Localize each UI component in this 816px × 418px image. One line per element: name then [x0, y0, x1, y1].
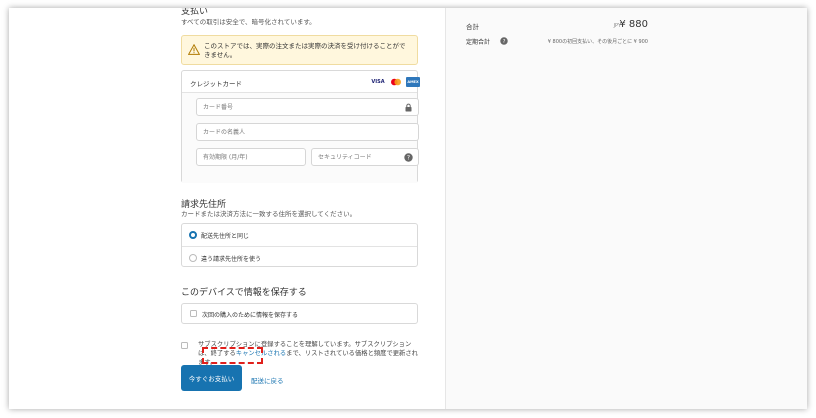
billing-option-same[interactable]: 配送先住所と同じ — [182, 224, 417, 246]
recurring-total-value: ¥ 800の初回支払い、その後月ごとに ¥ 900 — [547, 39, 648, 45]
billing-options: 配送先住所と同じ 違う請求先住所を使う — [181, 223, 418, 267]
consent-checkbox[interactable] — [181, 342, 188, 349]
warning-icon — [188, 44, 200, 55]
currency-code: JPY — [613, 23, 621, 29]
store-warning-banner: このストアでは、実際の注文または実際の決済を受け付けることができません。 — [181, 35, 418, 65]
save-info-label: 次回の購入のために情報を保存する — [202, 312, 299, 319]
expiry-field[interactable] — [196, 148, 306, 166]
billing-option-label: 違う請求先住所を使う — [201, 256, 262, 263]
payment-method-label: クレジットカード — [190, 80, 242, 88]
warning-text: このストアでは、実際の注文または実際の決済を受け付けることができません。 — [204, 42, 406, 59]
pay-now-button[interactable]: 今すぐお支払い — [181, 365, 242, 391]
total-label: 合計 — [466, 23, 479, 31]
card-name-field[interactable] — [196, 123, 419, 141]
recurring-total-label: 定期合計 — [466, 39, 491, 46]
checkout-main: 支払い すべての取引は安全で、暗号化されています。 このストアでは、実際の注文ま… — [9, 8, 445, 409]
checkout-window: 支払い すべての取引は安全で、暗号化されています。 このストアでは、実際の注文ま… — [9, 8, 807, 409]
billing-option-label: 配送先住所と同じ — [201, 233, 250, 240]
back-to-shipping-link[interactable]: 配送に戻る — [251, 375, 284, 385]
svg-text:?: ? — [503, 39, 506, 45]
help-icon[interactable]: ? — [404, 153, 413, 162]
expiry-input[interactable] — [197, 149, 305, 165]
credit-card-panel: クレジットカード VISA AMEX カード番号 カードの名義人 有効期限 (月… — [181, 70, 420, 183]
order-summary: 合計 JPY ¥ 880 定期合計 ? ¥ 800の初回支払い、その後月ごとに … — [445, 8, 807, 409]
radio-selected-icon[interactable] — [189, 231, 197, 239]
save-info-option[interactable]: 次回の購入のために情報を保存する — [181, 303, 418, 324]
payment-method-header[interactable]: クレジットカード VISA AMEX — [182, 71, 420, 93]
card-fields: ? — [182, 93, 419, 183]
help-icon[interactable]: ? — [500, 37, 508, 45]
mastercard-icon — [389, 77, 403, 87]
card-name-input[interactable] — [197, 124, 418, 140]
card-number-input[interactable] — [197, 99, 418, 115]
save-info-title: このデバイスで情報を保存する — [181, 288, 307, 298]
radio-unselected-icon[interactable] — [189, 254, 197, 262]
svg-text:?: ? — [407, 155, 410, 162]
billing-subtitle: カードまたは決済方法に一致する住所を選択してください。 — [181, 210, 357, 218]
payment-subtitle: すべての取引は安全で、暗号化されています。 — [181, 18, 316, 26]
billing-option-different[interactable]: 違う請求先住所を使う — [182, 246, 417, 268]
cvv-input[interactable] — [312, 149, 418, 165]
cvv-field[interactable]: ? — [311, 148, 419, 166]
lock-icon — [405, 103, 412, 112]
amex-icon: AMEX — [406, 77, 420, 87]
card-number-field[interactable] — [196, 98, 419, 116]
total-value: ¥ 880 — [619, 19, 648, 30]
save-info-checkbox[interactable] — [190, 310, 197, 317]
highlight-annotation — [202, 347, 263, 364]
visa-icon: VISA — [371, 79, 385, 85]
